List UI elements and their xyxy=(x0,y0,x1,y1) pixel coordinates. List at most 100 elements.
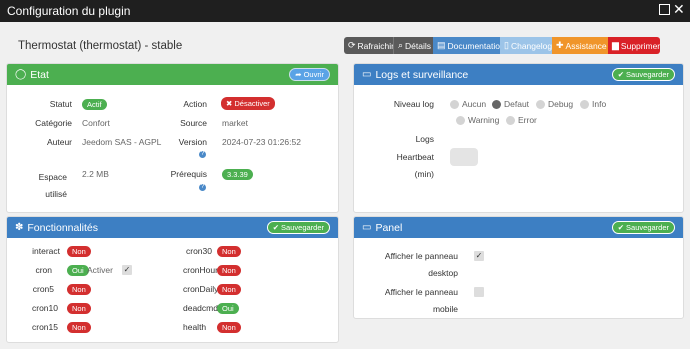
assistance-button[interactable]: ✚ Assistance xyxy=(552,37,608,54)
action-toolbar: ⟳ Rafraichir ⌕ Détails ▤ Documentation ▯ Cha… xyxy=(344,37,660,54)
feature-health-label: health xyxy=(183,322,207,332)
version-help-icon[interactable]: ? xyxy=(199,151,206,158)
open-button[interactable]: ➦ Ouvrir xyxy=(289,68,330,81)
etat-title: Etat xyxy=(30,68,49,81)
radio-error[interactable] xyxy=(506,116,515,125)
mobile-label: Afficher le panneau xyxy=(384,287,458,297)
statut-label: Statut xyxy=(49,99,72,109)
check-circle-icon: ✔ xyxy=(617,223,625,232)
espace-label: Espace xyxy=(38,172,67,182)
circle-notch-icon: ◯ xyxy=(15,69,27,80)
feature-deadcmd-label: deadcmd xyxy=(183,303,218,313)
panel-title: Panel xyxy=(375,221,403,234)
source-label: Source xyxy=(180,118,207,128)
source-value: market xyxy=(222,118,248,128)
etat-panel: ◯ Etat ➦ Ouvrir Statut Actif Action ✖ Dés… xyxy=(6,63,339,213)
feature-cron-activer-label: Activer xyxy=(87,265,113,275)
version-value: 2024-07-23 01:26:52 xyxy=(222,137,301,147)
check-circle-icon: ✔ xyxy=(272,223,280,232)
feature-interact-label: interact xyxy=(32,246,60,256)
feature-cron-checkbox[interactable]: ✓ xyxy=(122,265,132,275)
radio-info[interactable] xyxy=(580,100,589,109)
deactivate-label: Désactiver xyxy=(234,99,270,108)
refresh-button[interactable]: ⟳ Rafraichir xyxy=(344,37,394,54)
radio-defaut-label: Defaut xyxy=(504,99,530,109)
radio-debug[interactable] xyxy=(536,100,545,109)
logs-save-button[interactable]: ✔ Sauvegarder xyxy=(611,68,675,81)
feature-interact-badge: Non xyxy=(67,246,91,257)
fonctionnalites-save-label: Sauvegarder xyxy=(281,223,324,232)
prerequis-badge: 3.3.39 xyxy=(222,169,253,180)
puzzle-icon: ✽ xyxy=(15,222,24,233)
prerequis-help-icon[interactable]: ? xyxy=(199,184,206,191)
details-label: Détails xyxy=(405,40,432,51)
deactivate-button[interactable]: ✖ Désactiver xyxy=(221,97,275,110)
mobile-label-2: mobile xyxy=(432,304,458,314)
desktop-label-2: desktop xyxy=(428,268,458,278)
statut-badge: Actif xyxy=(82,99,107,110)
details-button[interactable]: ⌕ Détails xyxy=(393,37,433,54)
logs-panel-body: Niveau log Aucun Defaut Debug Info Warni… xyxy=(354,85,683,212)
share-icon: ➦ xyxy=(295,70,302,79)
prerequis-label: Prérequis xyxy=(170,169,207,179)
niveau-log-label: Niveau log xyxy=(393,99,434,109)
fonctionnalites-panel-body: interact Non cron Oui Activer ✓ cron5 No… xyxy=(7,238,338,342)
file-icon: ▯ xyxy=(504,40,509,50)
radio-defaut[interactable] xyxy=(492,100,501,109)
open-label: Ouvrir xyxy=(303,70,324,79)
fonctionnalites-save-button[interactable]: ✔ Sauvegarder xyxy=(266,221,330,234)
feature-cron-label: cron xyxy=(35,265,52,275)
feature-deadcmd-badge: Oui xyxy=(217,303,239,314)
desktop-checkbox[interactable]: ✓ xyxy=(474,251,484,261)
desktop-icon: ▭ xyxy=(362,222,372,233)
radio-aucun[interactable] xyxy=(450,100,459,109)
etat-panel-header: ◯ Etat ➦ Ouvrir xyxy=(7,64,338,85)
feature-cron5-label: cron5 xyxy=(32,284,54,294)
delete-label: Supprimer xyxy=(620,40,661,51)
window-title: Configuration du plugin xyxy=(7,4,131,18)
feature-crondaily-label: cronDaily xyxy=(183,284,219,294)
heartbeat-unit-label: (min) xyxy=(414,169,434,179)
categorie-value: Confort xyxy=(82,118,110,128)
documentation-label: Documentation xyxy=(447,40,505,51)
fonctionnalites-panel: ✽ Fonctionnalités ✔ Sauvegarder interact … xyxy=(6,216,339,343)
radio-debug-label: Debug xyxy=(548,99,574,109)
mobile-checkbox[interactable] xyxy=(474,287,484,297)
radio-error-label: Error xyxy=(518,115,537,125)
feature-cron15-badge: Non xyxy=(67,322,91,333)
logs-panel-header: ▭ Logs et surveillance ✔ Sauvegarder xyxy=(354,64,683,85)
logs-label: Logs xyxy=(415,134,434,144)
auteur-label: Auteur xyxy=(46,137,72,147)
etat-panel-body: Statut Actif Action ✖ Désactiver Catégor… xyxy=(7,85,338,212)
documentation-button[interactable]: ▤ Documentation xyxy=(433,37,505,54)
feature-cron30-label: cron30 xyxy=(186,246,212,256)
window-titlebar: Configuration du plugin ✕ xyxy=(0,0,690,22)
logs-panel: ▭ Logs et surveillance ✔ Sauvegarder Nive… xyxy=(353,63,684,213)
radio-warning[interactable] xyxy=(456,116,465,125)
plugin-title: Thermostat (thermostat) - stable xyxy=(18,40,183,52)
file-text-icon: ▭ xyxy=(362,69,372,80)
panel-save-button[interactable]: ✔ Sauvegarder xyxy=(611,221,675,234)
fonctionnalites-panel-header: ✽ Fonctionnalités ✔ Sauvegarder xyxy=(7,217,338,238)
logs-save-label: Sauvegarder xyxy=(626,70,669,79)
assistance-label: Assistance xyxy=(565,40,607,51)
logs-title: Logs et surveillance xyxy=(375,68,469,81)
close-icon[interactable]: ✕ xyxy=(673,2,685,16)
radio-aucun-label: Aucun xyxy=(462,99,487,109)
check-circle-icon: ✔ xyxy=(617,70,625,79)
feature-health-badge: Non xyxy=(217,322,241,333)
panel-settings-header: ▭ Panel ✔ Sauvegarder xyxy=(354,217,683,238)
version-label: Version xyxy=(178,137,207,147)
feature-cron5-badge: Non xyxy=(67,284,91,295)
espace-label-2: utilisé xyxy=(45,189,67,199)
heartbeat-input[interactable] xyxy=(450,148,478,166)
action-label: Action xyxy=(183,99,207,109)
panel-settings-body: Afficher le panneau desktop ✓ Afficher l… xyxy=(354,238,683,318)
trash-icon: ▆ xyxy=(612,40,619,50)
feature-crondaily-badge: Non xyxy=(217,284,241,295)
delete-button[interactable]: ▆ Supprimer xyxy=(608,37,660,54)
changelog-label: Changelog xyxy=(510,40,553,51)
changelog-button[interactable]: ▯ Changelog xyxy=(500,37,552,54)
radio-warning-label: Warning xyxy=(468,115,500,125)
maximize-icon[interactable] xyxy=(659,4,670,15)
